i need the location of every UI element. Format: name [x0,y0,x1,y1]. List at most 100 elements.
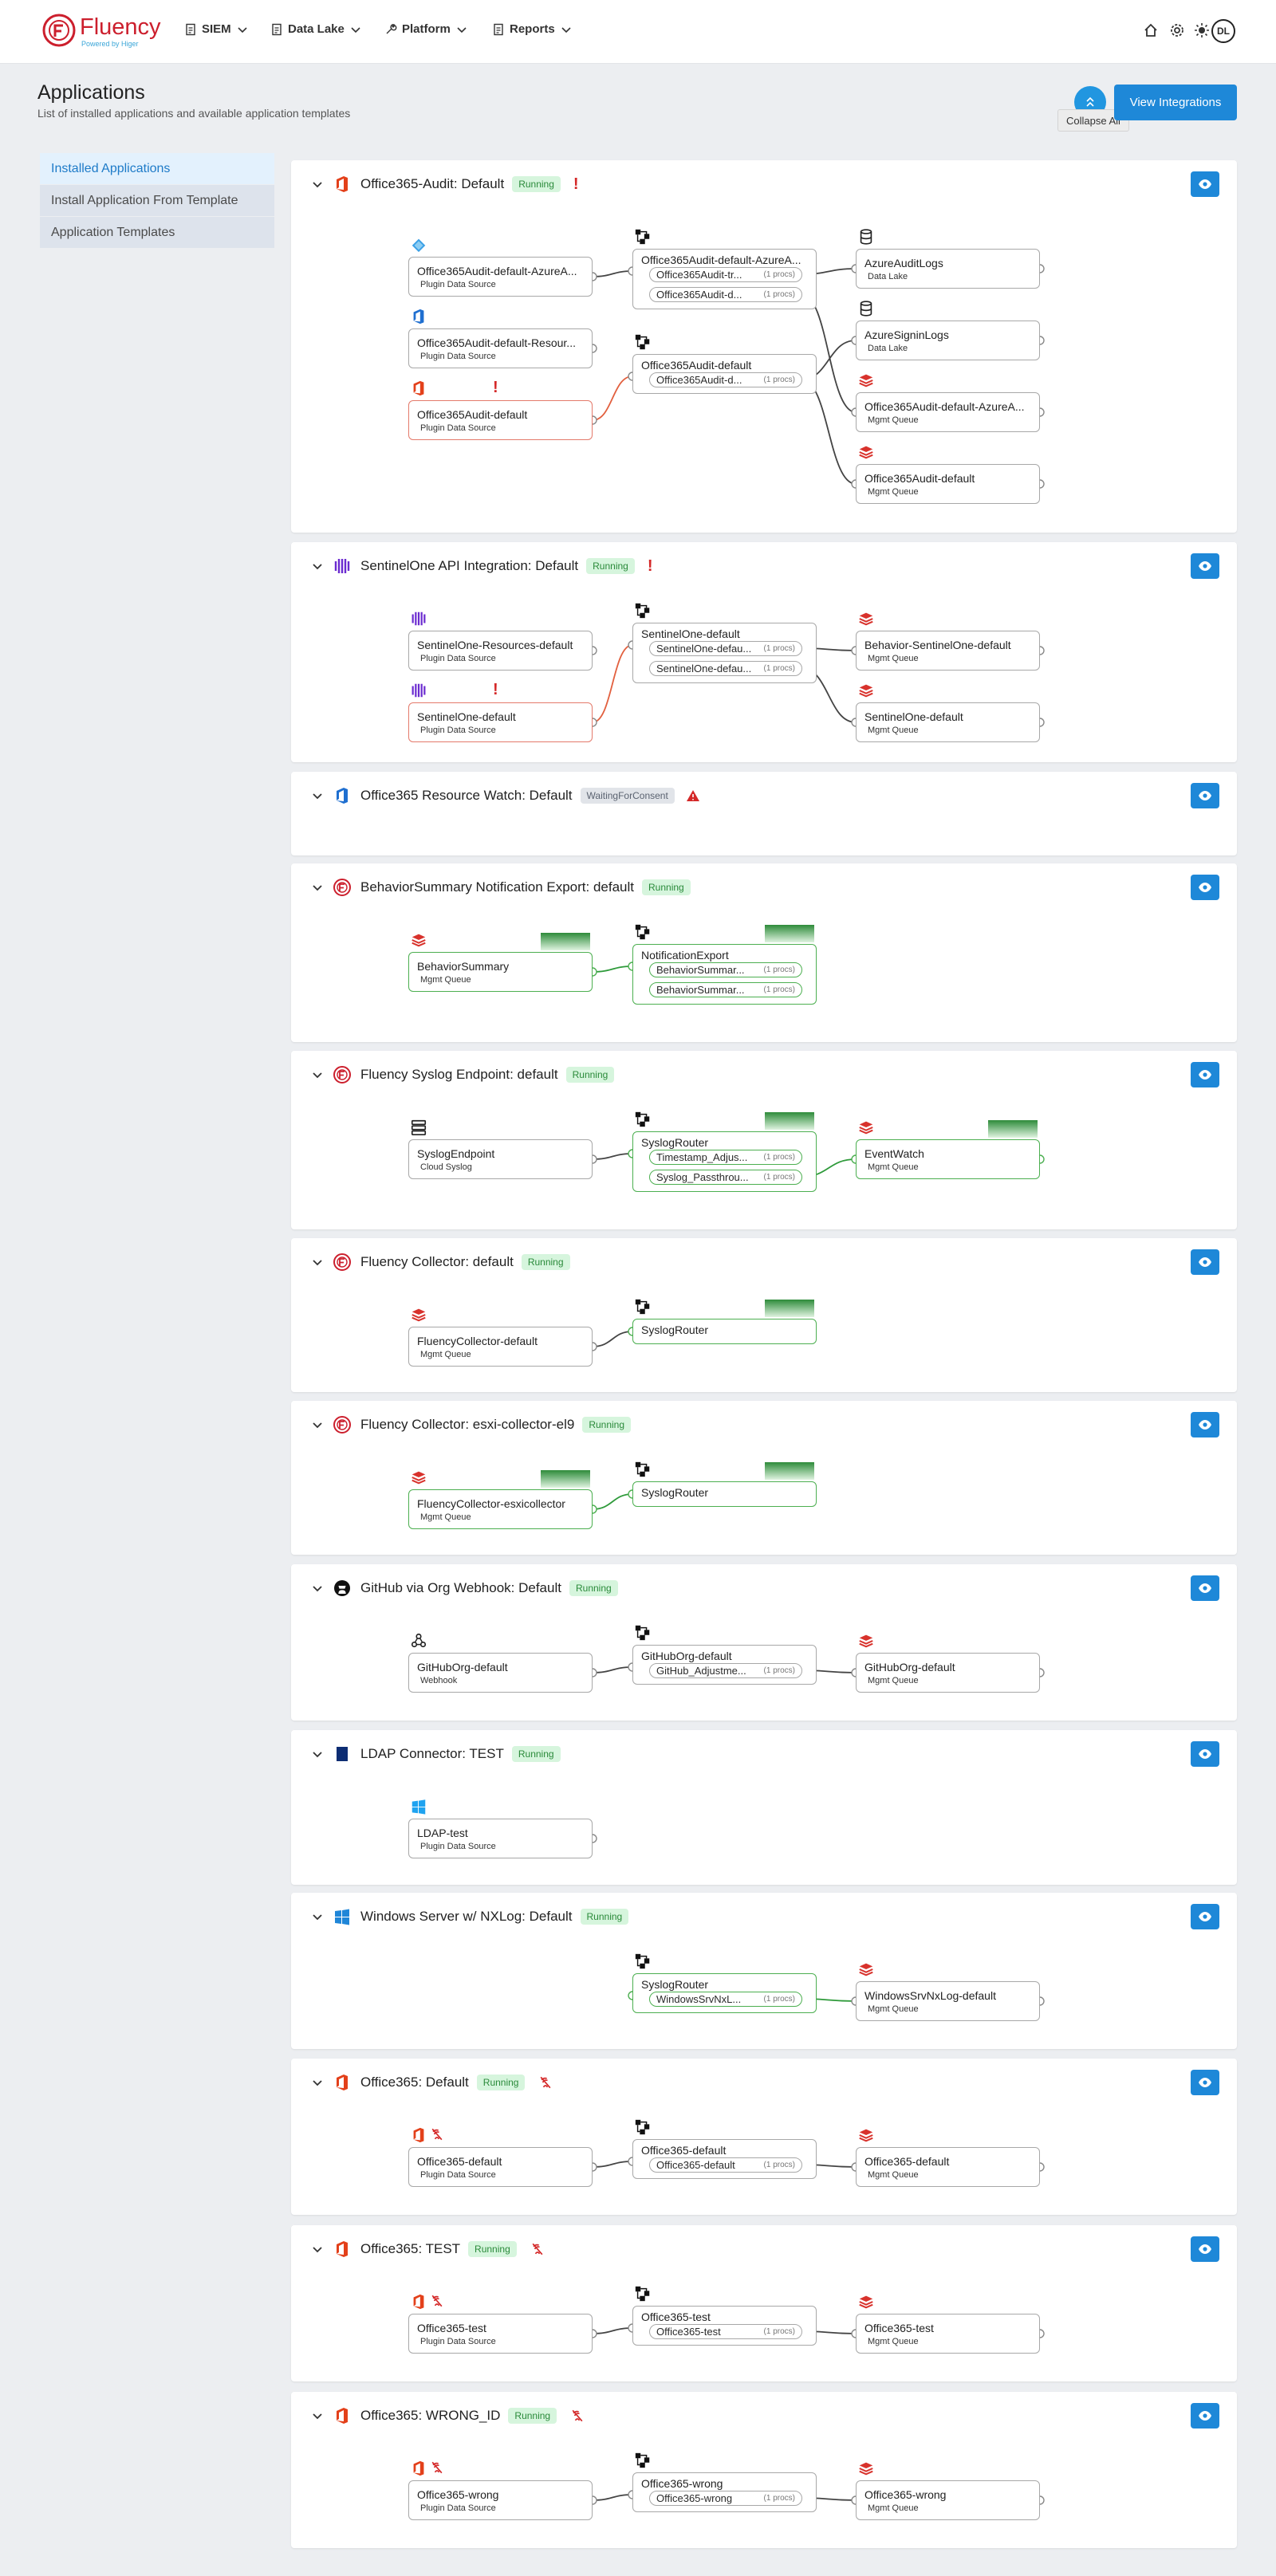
disconnected-icon[interactable] [538,2075,553,2090]
processor-pill[interactable]: Syslog_Passthrou... (1 procs) [649,1170,802,1185]
router-node[interactable]: Office365-wrong Office365-wrong (1 procs… [632,2472,817,2512]
flow-node[interactable]: SentinelOne-default Plugin Data Source [408,702,593,742]
router-node[interactable]: SyslogRouter Timestamp_Adjus... (1 procs… [632,1131,817,1192]
flow-node[interactable]: FluencyCollector-default Mgmt Queue [408,1327,593,1367]
view-app-button[interactable] [1191,171,1219,197]
view-app-button[interactable] [1191,553,1219,579]
flow-node[interactable]: Office365Audit-default-AzureA... Mgmt Que… [856,392,1040,432]
error-indicator-icon[interactable]: ! [493,378,499,397]
nav-data-lake[interactable]: Data Lake [270,22,362,36]
router-node[interactable]: SentinelOne-default SentinelOne-defau...… [632,623,817,683]
flow-node[interactable]: GitHubOrg-default Mgmt Queue [856,1653,1040,1693]
flow-node[interactable]: Office365Audit-default Mgmt Queue [856,464,1040,504]
router-node[interactable]: Office365-default Office365-default (1 p… [632,2139,817,2179]
flow-node[interactable]: LDAP-test Plugin Data Source [408,1819,593,1858]
view-integrations-button[interactable]: View Integrations [1114,85,1237,120]
view-app-button[interactable] [1191,2236,1219,2262]
flow-node[interactable]: SyslogEndpoint Cloud Syslog [408,1139,593,1179]
flow-node[interactable]: SentinelOne-default Mgmt Queue [856,702,1040,742]
view-app-button[interactable] [1191,1249,1219,1275]
flow-node[interactable]: Office365Audit-default-AzureA... Plugin D… [408,257,593,297]
view-app-button[interactable] [1191,1904,1219,1929]
sidebar-item-install-from-template[interactable]: Install Application From Template [40,185,274,217]
router-node[interactable]: NotificationExport BehaviorSummar... (1 … [632,944,817,1005]
chevron-down-icon[interactable] [311,1068,324,1081]
flow-node[interactable]: WindowsSrvNxLog-default Mgmt Queue [856,1981,1040,2021]
flow-node[interactable]: Office365-default Plugin Data Source [408,2147,593,2187]
sun-icon[interactable] [1194,22,1210,38]
error-alert-icon[interactable]: ! [648,557,653,576]
fluency-logo[interactable]: Fluency Powered by Higer [41,13,161,53]
router-node[interactable]: GitHubOrg-default GitHub_Adjustme... (1 … [632,1645,817,1685]
router-node[interactable]: Office365-test Office365-test (1 procs) [632,2306,817,2346]
view-app-button[interactable] [1191,1575,1219,1601]
chevron-down-icon[interactable] [311,1910,324,1923]
router-node[interactable]: SyslogRouter [632,1481,817,1507]
chevron-down-icon[interactable] [311,2243,324,2255]
view-app-button[interactable] [1191,1412,1219,1437]
flow-node[interactable]: GitHubOrg-default Webhook [408,1653,593,1693]
chevron-down-icon[interactable] [311,178,324,191]
flow-node[interactable]: EventWatch Mgmt Queue [856,1139,1040,1179]
view-app-button[interactable] [1191,1741,1219,1767]
flow-node[interactable]: Office365Audit-default Plugin Data Source [408,400,593,440]
processor-pill[interactable]: Office365-default (1 procs) [649,2157,802,2173]
flow-node[interactable]: AzureAuditLogs Data Lake [856,249,1040,289]
processor-pill[interactable]: GitHub_Adjustme... (1 procs) [649,1663,802,1678]
processor-pill[interactable]: Timestamp_Adjus... (1 procs) [649,1150,802,1165]
view-app-button[interactable] [1191,783,1219,808]
flow-node[interactable]: Office365-default Mgmt Queue [856,2147,1040,2187]
gear-icon[interactable] [1169,22,1185,38]
view-app-button[interactable] [1191,875,1219,900]
router-node[interactable]: SyslogRouter WindowsSrvNxL... (1 procs) [632,1973,817,2013]
router-node[interactable]: Office365Audit-default-AzureA... Office3… [632,249,817,309]
chevron-down-icon[interactable] [311,2409,324,2422]
view-app-button[interactable] [1191,2070,1219,2095]
flow-node[interactable]: Office365-test Plugin Data Source [408,2314,593,2354]
flow-node[interactable]: Office365-test Mgmt Queue [856,2314,1040,2354]
chevron-down-icon[interactable] [311,1418,324,1431]
view-app-button[interactable] [1191,2403,1219,2429]
warning-icon[interactable] [686,789,700,802]
sidebar-item-application-templates[interactable]: Application Templates [40,217,274,249]
processor-pill[interactable]: Office365Audit-d... (1 procs) [649,372,802,387]
flow-node[interactable]: AzureSigninLogs Data Lake [856,321,1040,360]
processor-pill[interactable]: SentinelOne-defau... (1 procs) [649,661,802,676]
error-alert-icon[interactable]: ! [573,175,579,194]
nav-platform[interactable]: Platform [384,22,468,36]
processor-pill[interactable]: BehaviorSummar... (1 procs) [649,962,802,977]
chevron-down-icon[interactable] [311,560,324,572]
sidebar-item-installed-applications[interactable]: Installed Applications [40,153,274,185]
processor-pill[interactable]: WindowsSrvNxL... (1 procs) [649,1992,802,2007]
chevron-down-icon[interactable] [311,2076,324,2089]
home-icon[interactable] [1143,22,1159,38]
flow-node[interactable]: Office365-wrong Mgmt Queue [856,2480,1040,2520]
chevron-down-icon[interactable] [311,1748,324,1760]
router-node[interactable]: Office365Audit-default Office365Audit-d.… [632,354,817,394]
chevron-down-icon[interactable] [311,1256,324,1268]
nav-reports[interactable]: Reports [492,22,573,36]
chevron-down-icon[interactable] [311,1582,324,1595]
flow-node[interactable]: Office365-wrong Plugin Data Source [408,2480,593,2520]
disconnected-icon[interactable] [569,2408,585,2424]
processor-pill[interactable]: Office365Audit-d... (1 procs) [649,287,802,302]
error-indicator-icon[interactable]: ! [493,680,499,699]
flow-node[interactable]: Office365Audit-default-Resour... Plugin D… [408,328,593,368]
processor-pill[interactable]: Office365-wrong (1 procs) [649,2491,802,2506]
disconnected-icon[interactable] [530,2241,545,2257]
processor-pill[interactable]: SentinelOne-defau... (1 procs) [649,641,802,656]
processor-name: Timestamp_Adjus... [656,1151,748,1163]
router-node[interactable]: SyslogRouter [632,1319,817,1344]
view-app-button[interactable] [1191,1062,1219,1087]
flow-node[interactable]: Behavior-SentinelOne-default Mgmt Queue [856,631,1040,671]
flow-node[interactable]: SentinelOne-Resources-default Plugin Data… [408,631,593,671]
chevron-down-icon[interactable] [311,789,324,802]
chevron-down-icon[interactable] [311,881,324,894]
nav-siem[interactable]: SIEM [184,22,249,36]
flow-node[interactable]: BehaviorSummary Mgmt Queue [408,952,593,992]
processor-pill[interactable]: BehaviorSummar... (1 procs) [649,982,802,997]
processor-pill[interactable]: Office365-test (1 procs) [649,2324,802,2339]
processor-pill[interactable]: Office365Audit-tr... (1 procs) [649,267,802,282]
user-avatar[interactable]: DL [1211,19,1235,43]
flow-node[interactable]: FluencyCollector-esxicollector Mgmt Queue [408,1489,593,1529]
